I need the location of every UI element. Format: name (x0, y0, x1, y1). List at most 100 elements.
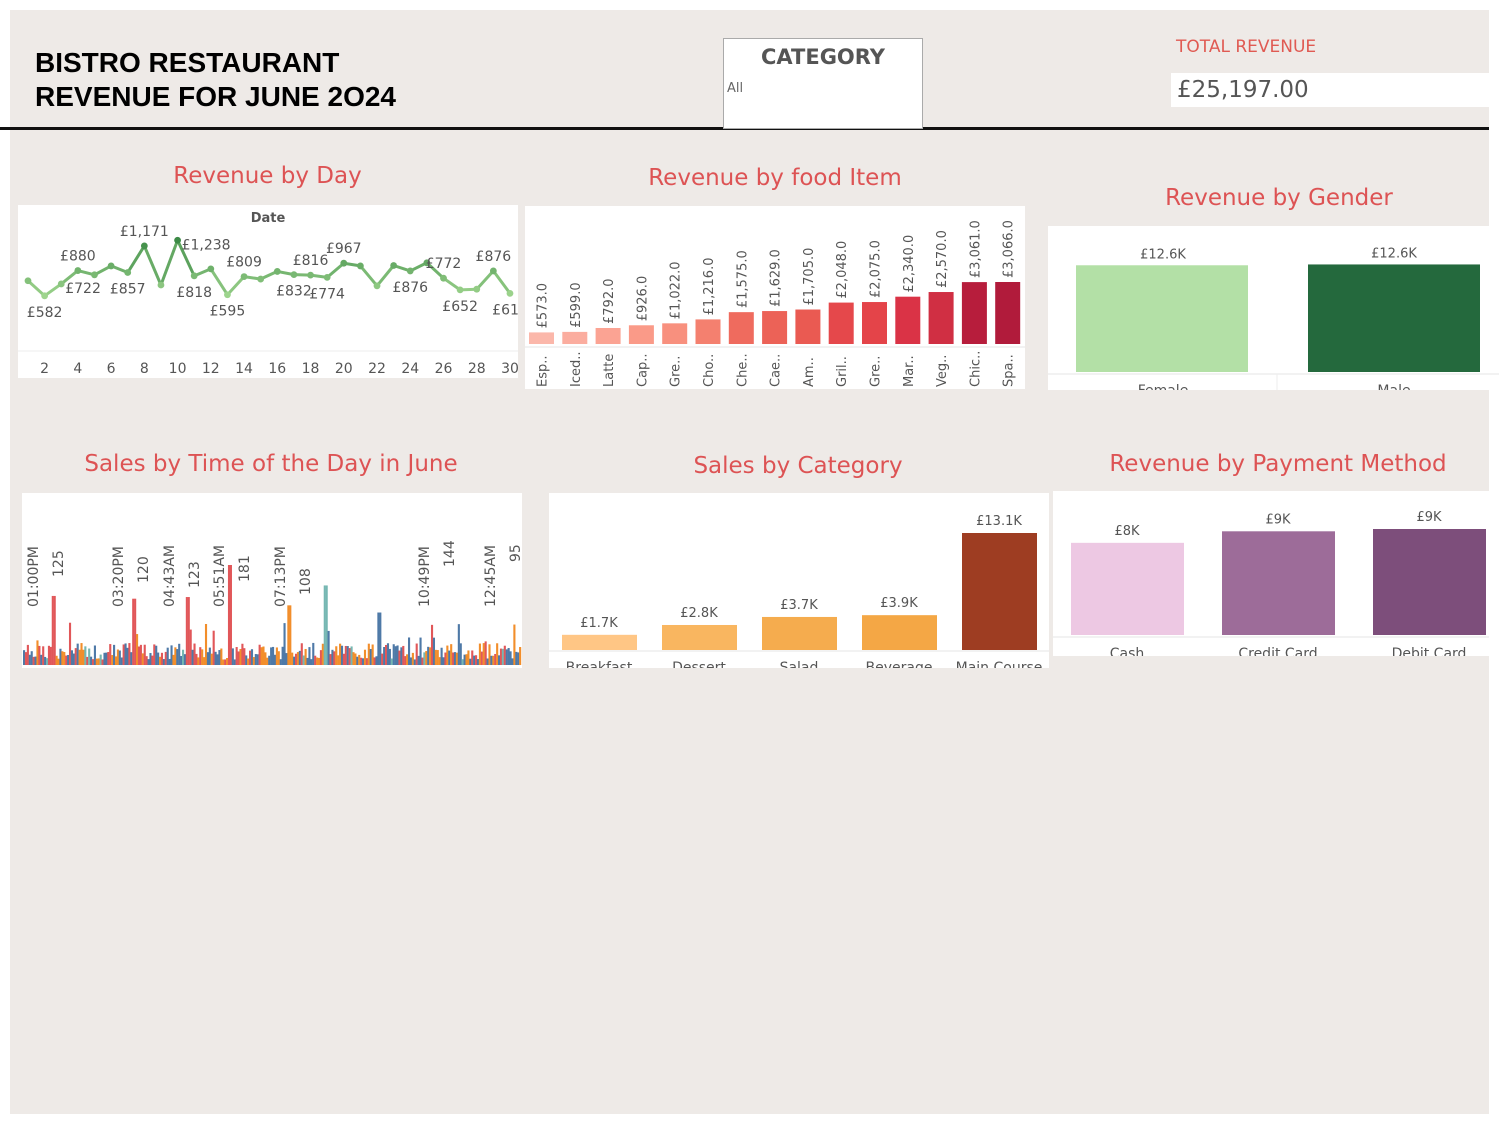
time-highlight-label: 01:00PM (26, 546, 42, 607)
line-point (124, 269, 132, 276)
gender-bar-label: £12.6K (1371, 246, 1417, 261)
time-bar (126, 647, 129, 665)
time-bar (23, 650, 26, 665)
time-bar (208, 647, 211, 665)
time-bar (339, 643, 342, 665)
x-tick-label: 16 (268, 361, 286, 377)
line-point (57, 280, 65, 288)
time-bar (423, 652, 426, 665)
x-tick-label: 18 (302, 361, 320, 377)
time-bar (164, 651, 167, 665)
time-bar (505, 649, 508, 665)
time-bar (293, 656, 296, 665)
food-bar-label: £1,575.0 (735, 250, 750, 308)
time-bar (354, 653, 357, 665)
time-bar (342, 653, 345, 665)
time-bar (262, 646, 265, 665)
time-bar (517, 652, 520, 665)
category-filter-value[interactable]: All (727, 81, 743, 96)
time-bar (475, 655, 478, 665)
time-bar (306, 657, 309, 665)
time-bar (204, 623, 208, 665)
chart-title-revenue-by-food-item: Revenue by food Item (648, 165, 902, 191)
time-highlight-label: 12:45AM (483, 545, 499, 607)
time-bar (28, 654, 31, 665)
time-bar (214, 651, 217, 665)
food-bar (928, 292, 954, 344)
payment-bar-label: £9K (1416, 510, 1442, 525)
category-bar-label: £2.8K (680, 606, 718, 621)
time-bar (289, 605, 292, 665)
food-bar (828, 302, 854, 344)
gender-bar-label: £12.6K (1140, 247, 1186, 262)
time-bar (300, 643, 303, 665)
food-bar-label: £2,048.0 (835, 241, 850, 299)
payment-category-label: Credit Card (1238, 646, 1317, 656)
line-data-label: £722 (65, 281, 101, 297)
time-bar (181, 649, 185, 665)
time-bar (283, 623, 286, 665)
food-bar-label: £2,340.0 (902, 235, 917, 293)
food-category-label: Cae.. (769, 354, 784, 387)
time-bar (335, 646, 338, 665)
time-bar (344, 645, 347, 665)
category-bar (862, 615, 937, 650)
time-bar (231, 648, 234, 665)
time-bar (386, 643, 390, 665)
time-bar (195, 653, 198, 665)
food-bar (628, 325, 654, 344)
line-point (257, 275, 265, 283)
food-bar-label: £3,066.0 (1002, 220, 1017, 278)
time-bar (57, 658, 60, 665)
time-bar (356, 656, 359, 665)
dashboard: BISTRO RESTAURANT REVENUE FOR JUNE 2O24 … (0, 10, 1499, 1114)
food-category-label: Latte (602, 354, 617, 387)
time-bar (453, 652, 457, 665)
revenue-by-payment-chart: £8K Cash £9K Credit Card £9K Debit Card (1053, 510, 1489, 662)
total-revenue-box: £25,197.00 (1171, 73, 1489, 107)
time-bar (450, 644, 453, 665)
category-filter[interactable]: CATEGORY All (723, 38, 923, 129)
time-bar (153, 644, 156, 665)
revenue-by-gender-panel: £12.6K Female £12.6K Male (1048, 226, 1499, 399)
category-bar (662, 624, 737, 650)
time-bar (285, 653, 288, 665)
time-bar (67, 654, 70, 665)
line-point (224, 291, 231, 299)
line-point (240, 273, 248, 280)
x-tick-label: 24 (401, 361, 419, 377)
category-bar (762, 616, 837, 650)
x-tick-label: 20 (335, 361, 353, 377)
time-bar (486, 658, 489, 665)
time-bar (430, 624, 434, 665)
gender-category-label: Male (1377, 383, 1410, 390)
food-bar (961, 282, 987, 344)
time-bar (189, 629, 192, 665)
time-bar (427, 646, 430, 665)
time-bar (499, 648, 503, 665)
dashboard-title-line1: BISTRO RESTAURANT (35, 47, 340, 78)
time-bar (103, 652, 106, 665)
time-bar (473, 655, 476, 665)
time-bar (442, 657, 445, 665)
time-bar (185, 597, 188, 665)
revenue-by-food-item-chart: £573.0 Esp.. £599.0 Iced.. £792.0 Latte £926.0… (525, 220, 1025, 387)
x-tick-label: 8 (140, 361, 149, 377)
time-bar (97, 658, 100, 665)
line-data-label: £595 (210, 304, 246, 320)
category-bar-label: £3.7K (780, 598, 818, 613)
line-point (41, 292, 49, 300)
time-bar (32, 656, 35, 665)
time-bar (329, 654, 332, 665)
food-bar-label: £1,216.0 (702, 258, 717, 316)
time-bar (45, 658, 49, 665)
sales-by-category-panel: £1.7K Breakfast £2.8K Dessert £3.7K Salad £3.9… (549, 493, 1049, 676)
time-bar (151, 655, 154, 665)
food-bar (762, 311, 788, 344)
time-bar (222, 659, 225, 665)
time-bar (340, 645, 344, 665)
time-bar (425, 651, 428, 665)
time-bar (264, 652, 267, 665)
time-bar (316, 657, 319, 665)
chart-title-sales-by-category: Sales by Category (693, 453, 903, 479)
